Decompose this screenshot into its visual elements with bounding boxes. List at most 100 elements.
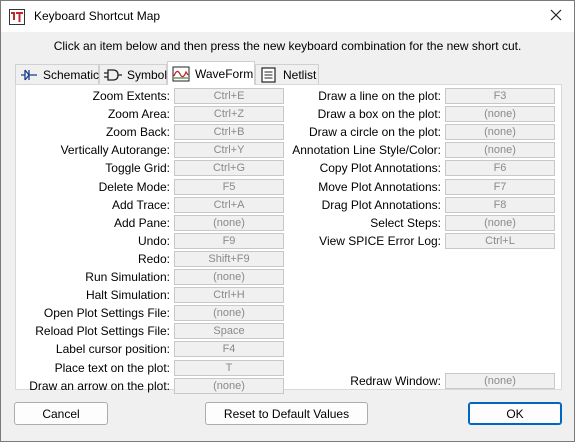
shortcut-row: Undo: F9 (16, 232, 284, 249)
shortcut-key-field[interactable]: Ctrl+A (174, 196, 284, 213)
shortcut-row: Zoom Back: Ctrl+B (16, 124, 284, 141)
close-icon (550, 9, 562, 24)
title-bar: Keyboard Shortcut Map (1, 1, 574, 32)
shortcut-row: Drag Plot Annotations: F8 (287, 196, 555, 213)
shortcut-key-field[interactable]: Ctrl+G (174, 160, 284, 177)
shortcut-row: Vertically Autorange: Ctrl+Y (16, 142, 284, 159)
tab-symbol[interactable]: Symbol (99, 64, 167, 85)
shortcut-label: Zoom Back: (105, 125, 170, 140)
shortcut-label: Draw an arrow on the plot: (29, 378, 170, 393)
waveform-icon (172, 66, 190, 82)
shortcut-row: View SPICE Error Log: Ctrl+L (287, 232, 555, 249)
ltspice-app-icon (9, 9, 25, 25)
shortcut-label: Copy Plot Annotations: (319, 161, 441, 176)
ok-button[interactable]: OK (468, 402, 562, 425)
tab-waveform[interactable]: WaveForm (167, 61, 255, 85)
netlist-icon (260, 67, 278, 83)
shortcut-row: Run Simulation: (none) (16, 269, 284, 285)
shortcut-key-field[interactable]: F3 (445, 88, 555, 104)
shortcut-key-field[interactable]: (none) (174, 305, 284, 322)
tab-label: WaveForm (195, 66, 254, 81)
shortcut-key-field[interactable]: T (174, 359, 284, 376)
shortcut-key-field[interactable]: F9 (174, 232, 284, 249)
shortcut-label: Run Simulation: (85, 270, 170, 284)
shortcut-key-field[interactable]: F7 (445, 178, 555, 195)
shortcut-key-field[interactable]: Ctrl+L (445, 232, 555, 249)
shortcut-key-field[interactable]: (none) (445, 124, 555, 141)
shortcut-row: Add Trace: Ctrl+A (16, 196, 284, 213)
shortcut-label: Select Steps: (370, 215, 441, 230)
shortcut-row: Select Steps: (none) (287, 214, 555, 231)
shortcut-row: Redraw Window: (none) (287, 373, 555, 389)
shortcut-row: Copy Plot Annotations: F6 (287, 160, 555, 177)
shortcut-row: Halt Simulation: Ctrl+H (16, 287, 284, 304)
shortcut-label: Move Plot Annotations: (318, 179, 441, 194)
shortcut-key-field[interactable]: (none) (445, 373, 555, 389)
cancel-button[interactable]: Cancel (14, 402, 108, 425)
shortcut-row: Add Pane: (none) (16, 214, 284, 231)
shortcut-row: Reload Plot Settings File: Space (16, 323, 284, 340)
shortcut-label: Delete Mode: (98, 179, 170, 194)
tab-schematic[interactable]: Schematic (15, 64, 99, 85)
shortcut-label: Toggle Grid: (105, 161, 170, 176)
shortcut-key-field[interactable]: (none) (174, 214, 284, 231)
shortcut-key-field[interactable]: (none) (445, 142, 555, 159)
shortcut-key-field[interactable]: F6 (445, 160, 555, 177)
schematic-icon (20, 67, 38, 83)
shortcut-row: Open Plot Settings File: (none) (16, 305, 284, 322)
shortcut-label: Draw a box on the plot: (317, 107, 441, 122)
shortcut-key-field[interactable]: Ctrl+Y (174, 142, 284, 159)
shortcut-key-field[interactable]: Ctrl+E (174, 88, 284, 104)
shortcut-key-field[interactable]: Space (174, 323, 284, 340)
shortcut-label: Redraw Window: (350, 374, 441, 388)
symbol-icon (104, 67, 122, 83)
shortcut-label: Reload Plot Settings File: (35, 324, 170, 339)
instruction-text: Click an item below and then press the n… (53, 39, 522, 53)
shortcut-label: Annotation Line Style/Color: (292, 143, 441, 158)
shortcut-key-field[interactable]: (none) (445, 106, 555, 123)
tab-netlist[interactable]: Netlist (255, 64, 319, 85)
shortcut-label: Draw a circle on the plot: (308, 125, 441, 140)
shortcut-panel: Zoom Extents: Ctrl+E Zoom Area: Ctrl+Z Zoom … (15, 84, 562, 394)
shortcut-label: Label cursor position: (55, 342, 170, 357)
shortcut-key-field[interactable]: (none) (445, 214, 555, 231)
window-title: Keyboard Shortcut Map (34, 9, 161, 23)
shortcut-key-field[interactable]: Shift+F9 (174, 250, 284, 267)
shortcut-key-field[interactable]: F8 (445, 196, 555, 213)
shortcut-label: Undo: (137, 233, 170, 248)
tab-label: Netlist (283, 68, 317, 82)
shortcut-label: Draw a line on the plot: (318, 89, 441, 103)
shortcut-row: Draw a line on the plot: F3 (287, 88, 555, 104)
shortcut-key-field[interactable]: F4 (174, 341, 284, 358)
shortcut-row: Place text on the plot: T (16, 359, 284, 376)
shortcut-label: Vertically Autorange: (60, 143, 170, 158)
shortcut-label: Zoom Extents: (92, 89, 170, 103)
shortcut-key-field[interactable]: (none) (174, 377, 284, 394)
shortcut-key-field[interactable]: Ctrl+H (174, 287, 284, 304)
reset-defaults-button[interactable]: Reset to Default Values (205, 402, 368, 425)
shortcut-label: Open Plot Settings File: (43, 306, 170, 321)
shortcut-label: View SPICE Error Log: (319, 233, 441, 248)
shortcut-row: Draw a circle on the plot: (none) (287, 124, 555, 141)
close-button[interactable] (538, 1, 574, 32)
shortcut-row: Zoom Area: Ctrl+Z (16, 106, 284, 123)
shortcut-key-field[interactable]: Ctrl+B (174, 124, 284, 141)
shortcut-label: Halt Simulation: (85, 288, 170, 303)
dialog-window: Keyboard Shortcut Map Click an item belo… (0, 0, 575, 442)
shortcut-row: Redo: Shift+F9 (16, 250, 284, 267)
shortcut-row: Label cursor position: F4 (16, 341, 284, 358)
shortcut-row: Delete Mode: F5 (16, 178, 284, 195)
shortcut-label: Zoom Area: (107, 107, 170, 122)
shortcut-key-field[interactable]: F5 (174, 178, 284, 195)
shortcut-row: Move Plot Annotations: F7 (287, 178, 555, 195)
shortcut-key-field[interactable]: (none) (174, 269, 284, 285)
shortcut-label: Place text on the plot: (54, 360, 170, 375)
shortcut-label: Add Trace: (111, 197, 170, 212)
shortcut-row: Toggle Grid: Ctrl+G (16, 160, 284, 177)
shortcut-row: Zoom Extents: Ctrl+E (16, 88, 284, 104)
shortcut-row: Annotation Line Style/Color: (none) (287, 142, 555, 159)
shortcut-label: Add Pane: (113, 215, 170, 230)
shortcut-row: Draw an arrow on the plot: (none) (16, 377, 284, 394)
shortcut-key-field[interactable]: Ctrl+Z (174, 106, 284, 123)
shortcut-label: Redo: (137, 251, 170, 266)
